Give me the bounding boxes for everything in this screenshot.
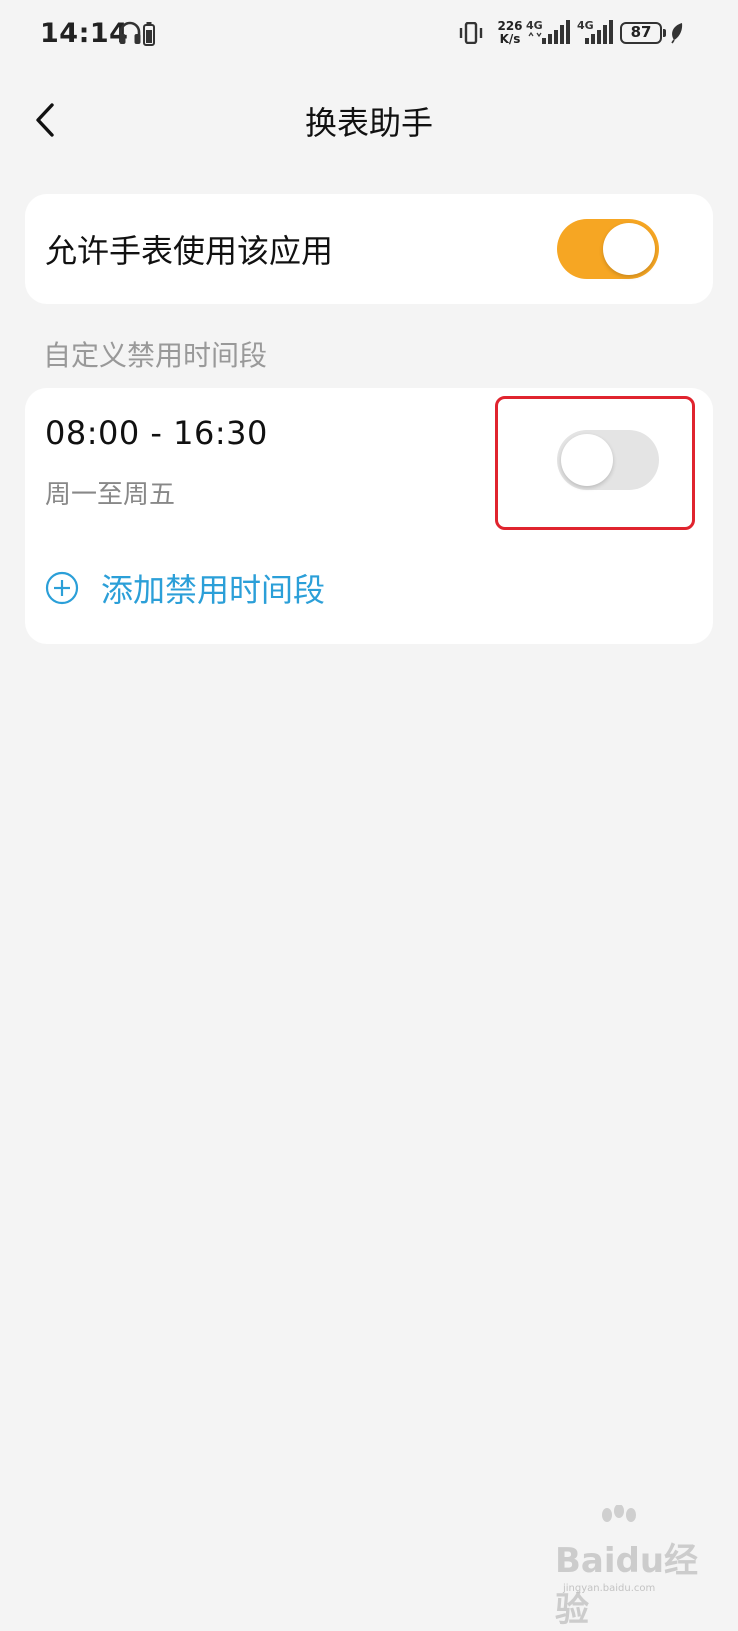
toggle-knob: [603, 223, 655, 275]
toggle-knob: [561, 434, 613, 486]
allow-watch-toggle[interactable]: [557, 219, 659, 279]
battery-indicator: 87: [620, 22, 662, 44]
add-circle-icon: [45, 571, 79, 605]
leaf-icon: [671, 23, 683, 44]
section-label: 自定义禁用时间段: [43, 339, 268, 372]
status-bar: 14:14 226 K/s 4G 4G 87: [0, 0, 738, 72]
page-title: 换表助手: [304, 104, 433, 142]
headphone-icon: [119, 21, 141, 44]
signal-strength-icon: 4G: [577, 19, 613, 44]
add-period-button[interactable]: 添加禁用时间段: [45, 563, 325, 613]
battery-tip: [663, 29, 666, 37]
add-period-label: 添加禁用时间段: [101, 571, 326, 609]
signal-1-label: 4G: [526, 19, 543, 32]
signal-2-label: 4G: [577, 19, 594, 32]
vibrate-icon: [459, 22, 483, 44]
allow-watch-label: 允许手表使用该应用: [45, 232, 334, 270]
watermark-text: Baidu经验: [555, 1541, 699, 1630]
period-days: 周一至周五: [45, 480, 176, 510]
allow-watch-card: 允许手表使用该应用: [25, 194, 713, 304]
period-toggle[interactable]: [557, 430, 659, 490]
sim-icon: [143, 22, 155, 46]
watermark: Baidu经验 jingyan.baidu.com: [555, 1505, 725, 1630]
net-speed-unit: K/s: [499, 32, 521, 46]
watermark-sub: jingyan.baidu.com: [563, 1583, 656, 1594]
period-time: 08:00 - 16:30: [45, 414, 268, 452]
disabled-periods-card: 08:00 - 16:30 周一至周五 添加禁用时间段: [25, 388, 713, 644]
signal-strength-icon: 4G: [526, 19, 570, 44]
net-speed: 226 K/s: [493, 20, 527, 46]
status-time: 14:14: [40, 18, 129, 49]
